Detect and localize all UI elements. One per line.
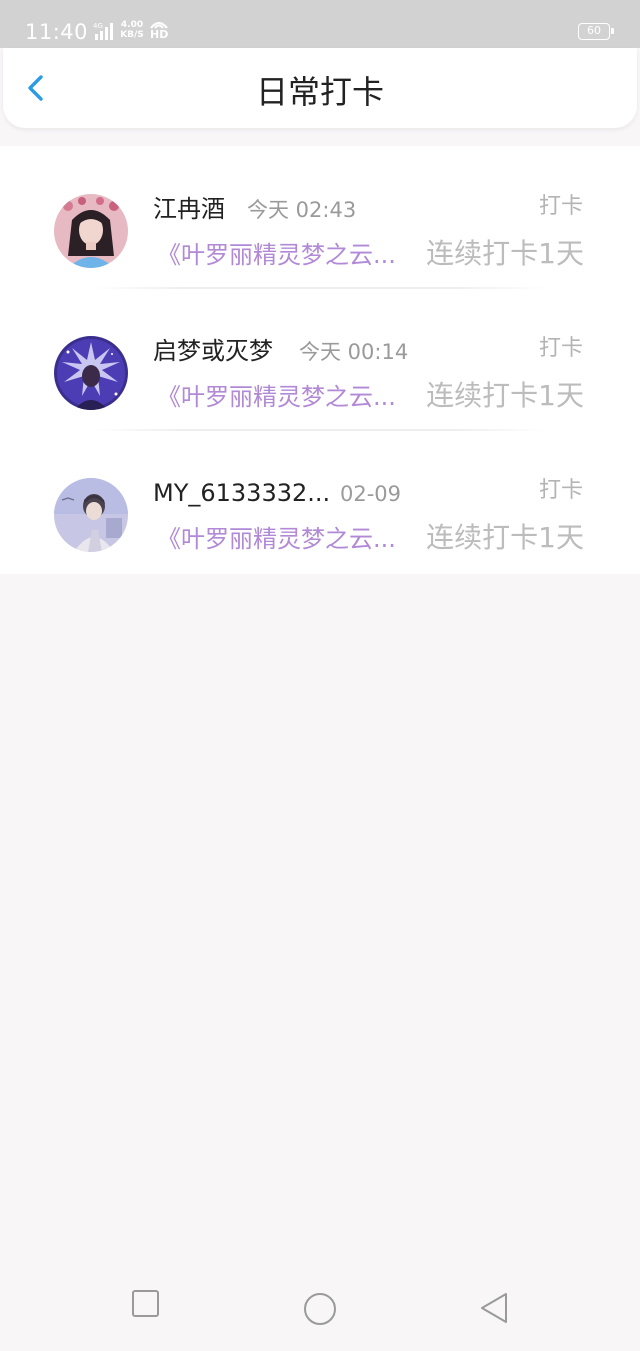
home-button[interactable] <box>302 1291 338 1331</box>
triangle-back-icon <box>481 1293 507 1323</box>
circle-home-icon <box>304 1293 336 1325</box>
back-nav-button[interactable] <box>478 1291 510 1329</box>
status-bar: 11:40 4G 4.00 KB/S HD 60 <box>0 0 640 48</box>
avatar[interactable] <box>54 478 128 552</box>
book-title-link[interactable]: 《叶罗丽精灵梦之云... <box>157 239 407 271</box>
status-time: 11:40 <box>25 20 89 44</box>
checkin-button[interactable]: 打卡 <box>539 477 583 505</box>
page-title: 日常打卡 <box>255 73 384 111</box>
checkin-button[interactable]: 打卡 <box>539 335 583 363</box>
speed-unit: KB/S <box>120 30 144 40</box>
avatar[interactable] <box>54 194 128 268</box>
book-title-link[interactable]: 《叶罗丽精灵梦之云... <box>157 523 407 555</box>
checkin-time: 今天 00:14 <box>299 340 409 364</box>
battery-level: 60 <box>587 24 601 37</box>
list-item[interactable]: 启梦或灭梦 今天 00:14 打卡 《叶罗丽精灵梦之云... 连续打卡1天 <box>0 288 640 431</box>
user-name: 启梦或灭梦 <box>153 337 273 365</box>
streak-text: 连续打卡1天 <box>426 379 584 412</box>
list-item[interactable]: 江冉酒 今天 02:43 打卡 《叶罗丽精灵梦之云... 连续打卡1天 <box>0 146 640 289</box>
list-item[interactable]: MY_6133332... 02-09 打卡 《叶罗丽精灵梦之云... 连续打卡… <box>0 430 640 572</box>
user-name: MY_6133332... <box>153 479 331 507</box>
network-type: 4G <box>93 22 103 30</box>
user-name: 江冉酒 <box>153 195 225 223</box>
avatar[interactable] <box>54 336 128 410</box>
battery-icon: 60 <box>578 23 614 40</box>
signal-icon: 4G <box>93 22 113 40</box>
book-title-link[interactable]: 《叶罗丽精灵梦之云... <box>157 381 407 413</box>
header-bar: 日常打卡 <box>3 48 637 128</box>
streak-text: 连续打卡1天 <box>426 237 584 270</box>
checkin-time: 02-09 <box>340 482 402 506</box>
recents-button[interactable] <box>131 1289 161 1323</box>
speed-value: 4.00 <box>120 20 144 30</box>
checkin-list: 江冉酒 今天 02:43 打卡 《叶罗丽精灵梦之云... 连续打卡1天 启梦或灭… <box>0 146 640 574</box>
streak-text: 连续打卡1天 <box>426 521 584 554</box>
square-recents-icon <box>132 1290 159 1317</box>
system-nav-bar <box>0 1262 640 1351</box>
network-speed: 4.00 KB/S <box>119 20 145 40</box>
checkin-button[interactable]: 打卡 <box>539 193 583 221</box>
hd-label: HD <box>150 28 169 41</box>
checkin-time: 今天 02:43 <box>247 198 357 222</box>
